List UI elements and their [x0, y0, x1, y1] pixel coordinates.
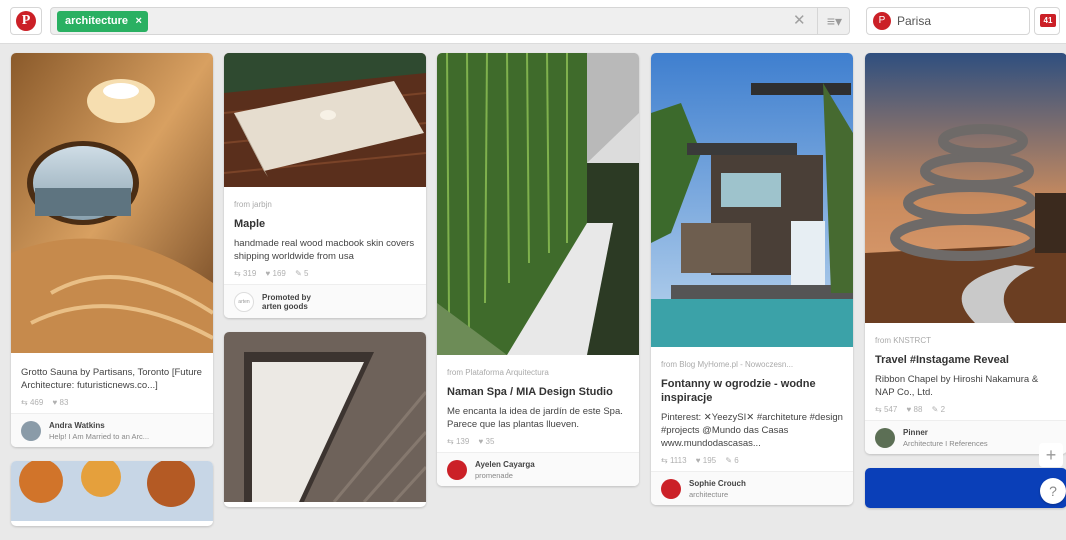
pin-column-1: Grotto Sauna by Partisans, Toronto [Futu…: [11, 53, 213, 540]
avatar[interactable]: [661, 478, 681, 499]
pin-card-sauna[interactable]: Grotto Sauna by Partisans, Toronto [Futu…: [11, 53, 213, 447]
pin-image-autumn[interactable]: [11, 461, 213, 521]
board-name[interactable]: Help! I Am Married to an Arc...: [49, 432, 149, 441]
pin-column-5: from KNSTRCT Travel #Instagame Reveal Ri…: [865, 53, 1066, 522]
board-name[interactable]: promenade: [475, 471, 535, 480]
pin-stats: ⇆ 1113 ♥ 195 ✎ 6: [661, 456, 843, 465]
avatar[interactable]: [447, 459, 467, 480]
repin-icon: ⇆ 319: [234, 269, 257, 278]
pin-image-concrete[interactable]: [224, 332, 426, 504]
avatar[interactable]: arten: [234, 291, 254, 312]
pin-card-fontanny[interactable]: from Blog MyHome.pl - Nowoczesn... Fonta…: [651, 53, 853, 505]
pin-column-4: from Blog MyHome.pl - Nowoczesn... Fonta…: [651, 53, 853, 519]
pin-title[interactable]: Maple: [234, 217, 416, 231]
pin-column-2: from jarbjn Maple handmade real wood mac…: [224, 53, 426, 521]
like-icon: ♥ 88: [906, 405, 923, 414]
pin-source[interactable]: from Blog MyHome.pl - Nowoczesn...: [661, 360, 843, 369]
like-icon: ♥ 195: [695, 456, 717, 465]
pin-card-ribbon[interactable]: from KNSTRCT Travel #Instagame Reveal Ri…: [865, 53, 1066, 454]
pinner-name[interactable]: Andra Watkins: [49, 421, 149, 430]
comment-icon: ✎ 5: [295, 269, 309, 278]
pin-source[interactable]: from jarbjn: [234, 200, 416, 209]
search-tag-label: architecture: [65, 15, 128, 27]
pin-card-spa[interactable]: from Plataforma Arquitectura Naman Spa /…: [437, 53, 639, 486]
search-tag-chip[interactable]: architecture ×: [57, 11, 148, 32]
pinner-name[interactable]: Ayelen Cayarga: [475, 460, 535, 469]
pin-source[interactable]: from Plataforma Arquitectura: [447, 368, 629, 377]
pin-title[interactable]: Naman Spa / MIA Design Studio: [447, 385, 629, 399]
pin-pinner[interactable]: Ayelen Cayarga promenade: [437, 452, 639, 486]
search-bar[interactable]: architecture × ✕ ≡▾: [50, 7, 850, 35]
pin-pinner[interactable]: Pinner Architecture I References: [865, 420, 1066, 454]
menu-icon[interactable]: ≡▾: [817, 8, 851, 34]
pin-promoter[interactable]: arten Promoted by arten goods: [224, 284, 426, 318]
remove-tag-icon[interactable]: ×: [136, 11, 142, 32]
like-icon: ♥ 83: [52, 398, 69, 407]
notifications-button[interactable]: 41: [1034, 7, 1060, 35]
pin-card-concrete[interactable]: [224, 332, 426, 507]
pin-description: handmade real wood macbook skin covers s…: [234, 238, 415, 262]
pin-source[interactable]: from KNSTRCT: [875, 336, 1057, 345]
user-profile-button[interactable]: P Parisa: [866, 7, 1030, 35]
pin-card-blue[interactable]: [865, 468, 1066, 508]
user-name: Parisa: [897, 14, 932, 28]
add-pin-button[interactable]: +: [1039, 443, 1063, 467]
pinterest-logo[interactable]: P: [10, 7, 42, 35]
repin-icon: ⇆ 139: [447, 437, 470, 446]
pin-title[interactable]: Fontanny w ogrodzie - wodne inspiracje: [661, 377, 843, 405]
pin-column-3: from Plataforma Arquitectura Naman Spa /…: [437, 53, 639, 500]
pin-image-spa[interactable]: [437, 53, 639, 355]
repin-icon: ⇆ 1113: [661, 456, 687, 465]
pin-image-maple[interactable]: [224, 53, 426, 187]
pin-stats: ⇆ 469 ♥ 83: [21, 398, 203, 407]
avatar[interactable]: [875, 427, 895, 448]
avatar[interactable]: [21, 420, 41, 441]
pin-card-maple[interactable]: from jarbjn Maple handmade real wood mac…: [224, 53, 426, 318]
comment-icon: ✎ 6: [725, 456, 739, 465]
pin-title[interactable]: Travel #Instagame Reveal: [875, 353, 1057, 367]
help-button[interactable]: ?: [1040, 478, 1066, 504]
pin-pinner[interactable]: Sophie Crouch architecture: [651, 471, 853, 505]
pin-stats: ⇆ 319 ♥ 169 ✎ 5: [234, 269, 416, 278]
pin-image-fontanny[interactable]: [651, 53, 853, 347]
pinterest-p-icon: P: [16, 11, 36, 31]
top-bar: P architecture × ✕ ≡▾ P Parisa 41: [0, 0, 1066, 44]
pin-pinner[interactable]: Andra Watkins Help! I Am Married to an A…: [11, 413, 213, 447]
pin-description: Grotto Sauna by Partisans, Toronto [Futu…: [21, 367, 202, 391]
pinner-name[interactable]: Pinner: [903, 428, 988, 437]
pin-description: Pinterest: ✕YeezySI✕ #architeture #desig…: [661, 412, 843, 449]
promoted-label: Promoted by: [262, 292, 311, 302]
repin-icon: ⇆ 469: [21, 398, 44, 407]
board-name[interactable]: architecture: [689, 490, 746, 499]
pin-image-sauna[interactable]: [11, 53, 213, 353]
pinner-name[interactable]: Sophie Crouch: [689, 479, 746, 488]
pin-description: Me encanta la idea de jardín de este Spa…: [447, 406, 623, 430]
pin-description: Ribbon Chapel by Hiroshi Nakamura & NAP …: [875, 374, 1039, 398]
promoter-name[interactable]: arten goods: [262, 302, 311, 311]
user-pin-icon: P: [873, 12, 891, 30]
notification-badge: 41: [1040, 14, 1056, 27]
like-icon: ♥ 169: [265, 269, 286, 278]
pin-image-ribbon[interactable]: [865, 53, 1066, 323]
board-name[interactable]: Architecture I References: [903, 439, 988, 448]
pin-stats: ⇆ 139 ♥ 35: [447, 437, 629, 446]
pin-stats: ⇆ 547 ♥ 88 ✎ 2: [875, 405, 1057, 414]
repin-icon: ⇆ 547: [875, 405, 898, 414]
like-icon: ♥ 35: [478, 437, 495, 446]
clear-search-icon[interactable]: ✕: [793, 11, 806, 29]
pin-card-autumn[interactable]: [11, 461, 213, 526]
comment-icon: ✎ 2: [931, 405, 946, 414]
